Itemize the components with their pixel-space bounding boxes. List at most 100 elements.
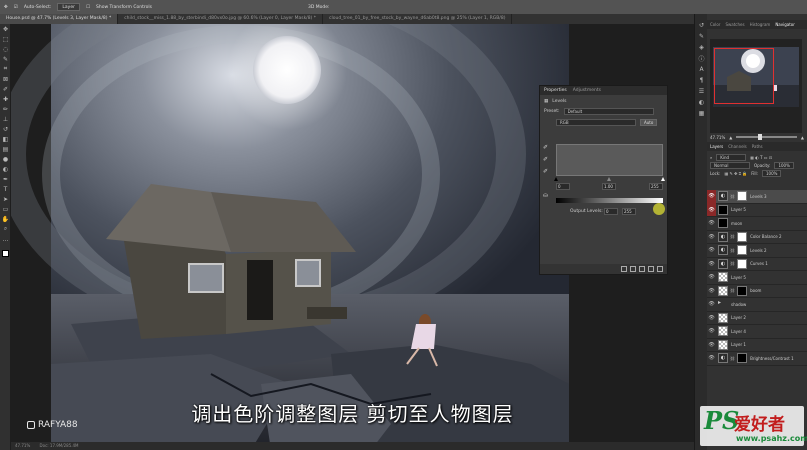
- layer-thumbnail[interactable]: [718, 204, 728, 215]
- lock-icons[interactable]: ▦ ✎ ✥ ⌗ 🔒: [724, 171, 747, 176]
- layer-thumbnail[interactable]: [718, 326, 728, 337]
- layer-thumbnail[interactable]: ◐: [718, 191, 728, 202]
- layer-thumbnail[interactable]: [718, 272, 728, 283]
- layer-mask-thumbnail[interactable]: [737, 353, 748, 364]
- layer-thumbnail[interactable]: [718, 285, 728, 296]
- layer-thumbnail[interactable]: ◐: [718, 245, 728, 256]
- visibility-eye-icon[interactable]: 👁: [707, 257, 716, 270]
- brush-tool-icon[interactable]: ✏: [0, 104, 11, 114]
- zoom-out-icon[interactable]: ▲: [729, 135, 732, 140]
- layer-mask-thumbnail[interactable]: [737, 191, 748, 202]
- tab-navigator[interactable]: Navigator: [775, 22, 795, 27]
- view-previous-icon[interactable]: [630, 266, 636, 272]
- visibility-eye-icon[interactable]: 👁: [707, 230, 716, 243]
- visibility-eye-icon[interactable]: 👁: [707, 284, 716, 297]
- tab-adjustments[interactable]: Adjustments: [573, 88, 601, 93]
- fill-field[interactable]: 100%: [761, 169, 782, 177]
- layer-row[interactable]: 👁 ◐ ⛓ Levels 2: [707, 244, 807, 258]
- tab-house[interactable]: House.psd @ 47.7% (Levels 3, Layer Mask/…: [0, 14, 119, 24]
- opacity-field[interactable]: 100%: [774, 161, 794, 169]
- zoom-slider-knob[interactable]: [758, 134, 763, 140]
- layer-row[interactable]: 👁 ▸ shadow: [707, 298, 807, 312]
- link-icon[interactable]: ⛓: [730, 288, 735, 293]
- layer-row[interactable]: 👁 Layer 5: [707, 203, 807, 217]
- folder-icon[interactable]: ▸: [718, 299, 728, 309]
- layer-thumbnail[interactable]: [718, 312, 728, 323]
- visibility-eye-icon[interactable]: 👁: [707, 325, 716, 338]
- eyedropper-tool-icon[interactable]: ✐: [0, 84, 11, 94]
- blend-mode-dropdown[interactable]: Normal: [710, 161, 750, 169]
- channel-dropdown[interactable]: RGB: [556, 119, 636, 126]
- navigator-view-box[interactable]: [714, 48, 774, 104]
- tab-histogram[interactable]: Histogram: [750, 22, 771, 27]
- layer-thumbnail[interactable]: [718, 339, 728, 350]
- visibility-eye-icon[interactable]: 👁: [707, 271, 716, 284]
- tab-child-stock[interactable]: child_stock__miss_1.88_by_sterbindi_d80v…: [118, 14, 323, 24]
- preset-dropdown[interactable]: Default: [563, 108, 654, 115]
- tab-swatches[interactable]: Swatches: [725, 22, 744, 27]
- layer-mask-thumbnail[interactable]: [737, 258, 748, 269]
- input-black-field[interactable]: 0: [556, 183, 570, 190]
- visibility-eye-icon[interactable]: 👁: [707, 203, 716, 217]
- frame-tool-icon[interactable]: ⊠: [0, 74, 11, 84]
- white-eyedropper-icon[interactable]: ✐: [543, 168, 553, 180]
- navigator-thumbnail[interactable]: [713, 47, 799, 107]
- output-white-field[interactable]: 255: [622, 208, 636, 215]
- hand-tool-icon[interactable]: ✋: [0, 214, 11, 224]
- lasso-tool-icon[interactable]: ◌: [0, 44, 11, 54]
- move-tool-icon[interactable]: ✥: [4, 5, 8, 10]
- layer-row[interactable]: 👁 Layer 5: [707, 271, 807, 285]
- filter-icons[interactable]: ▦ ◐ T ▭ ⊡: [750, 155, 772, 160]
- levels-histogram[interactable]: [556, 144, 663, 176]
- shape-tool-icon[interactable]: ▭: [0, 204, 11, 214]
- zoom-in-icon[interactable]: ▲: [801, 135, 804, 140]
- visibility-eye-icon[interactable]: 👁: [707, 189, 716, 203]
- layer-thumbnail[interactable]: ◐: [718, 353, 728, 364]
- path-select-icon[interactable]: ➤: [0, 194, 11, 204]
- layer-row[interactable]: 👁 ◐ ⛓ Brightness/Contrast 1: [707, 352, 807, 366]
- layer-thumbnail[interactable]: [718, 218, 728, 229]
- auto-select-checkbox[interactable]: ☑: [14, 5, 18, 10]
- clip-to-layer-icon[interactable]: [621, 266, 627, 272]
- healing-tool-icon[interactable]: ✚: [0, 94, 11, 104]
- quick-select-tool-icon[interactable]: ✎: [0, 54, 11, 64]
- layer-row[interactable]: 👁 Layer 4: [707, 325, 807, 339]
- tab-color[interactable]: Color: [710, 22, 720, 27]
- layer-row[interactable]: 👁 Layer 1: [707, 338, 807, 352]
- link-icon[interactable]: ⛓: [730, 356, 735, 361]
- zoom-slider[interactable]: [736, 134, 797, 140]
- visibility-eye-icon[interactable]: 👁: [707, 352, 716, 365]
- tab-channels[interactable]: Channels: [728, 144, 747, 149]
- visibility-eye-icon[interactable]: 👁: [707, 311, 716, 324]
- move-tool-icon[interactable]: ✥: [0, 24, 11, 34]
- black-point-handle[interactable]: [554, 177, 558, 181]
- type-tool-icon[interactable]: T: [0, 184, 11, 194]
- clip-icon[interactable]: ⛀: [543, 192, 548, 199]
- input-white-field[interactable]: 255: [649, 183, 663, 190]
- pen-tool-icon[interactable]: ✒: [0, 174, 11, 184]
- dodge-tool-icon[interactable]: ◐: [0, 164, 11, 174]
- visibility-eye-icon[interactable]: 👁: [707, 338, 716, 351]
- tab-cloud-tree[interactable]: cloud_tree_01_by_free_stock_by_wayne_d6a…: [323, 14, 513, 24]
- layer-row[interactable]: 👁 moon: [707, 217, 807, 231]
- tab-paths[interactable]: Paths: [752, 144, 763, 149]
- canvas-area[interactable]: 调出色阶调整图层 剪切至人物图层 RAFYA88 Properties Adju…: [11, 24, 694, 450]
- color-swatches-icon[interactable]: [0, 248, 11, 258]
- more-tools-icon[interactable]: …: [0, 234, 11, 244]
- layer-row[interactable]: 👁 ◐ ⛓ Curves 1: [707, 257, 807, 271]
- output-black-field[interactable]: 0: [604, 208, 618, 215]
- link-icon[interactable]: ⛓: [730, 234, 735, 239]
- gray-eyedropper-icon[interactable]: ✐: [543, 156, 553, 168]
- stamp-tool-icon[interactable]: ⊥: [0, 114, 11, 124]
- tab-layers[interactable]: Layers: [710, 144, 723, 149]
- marquee-tool-icon[interactable]: ⬚: [0, 34, 11, 44]
- layer-thumbnail[interactable]: ◐: [718, 231, 728, 242]
- reset-icon[interactable]: [639, 266, 645, 272]
- blur-tool-icon[interactable]: ●: [0, 154, 11, 164]
- visibility-eye-icon[interactable]: 👁: [707, 217, 716, 230]
- auto-button[interactable]: Auto: [640, 119, 658, 126]
- layer-select-dropdown[interactable]: Layer: [57, 3, 80, 11]
- black-eyedropper-icon[interactable]: ✐: [543, 144, 553, 156]
- show-transform-checkbox[interactable]: ☐: [86, 5, 90, 10]
- eraser-tool-icon[interactable]: ◧: [0, 134, 11, 144]
